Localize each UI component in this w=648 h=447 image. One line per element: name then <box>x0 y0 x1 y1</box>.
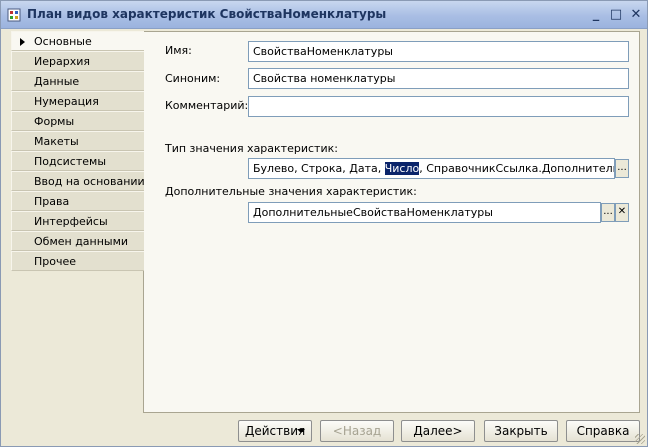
type-value-before: Булево, Строка, Дата, <box>253 162 385 175</box>
type-label: Тип значения характеристик: <box>165 142 338 155</box>
type-field[interactable]: Булево, Строка, Дата, Число, СправочникС… <box>248 158 615 179</box>
actions-button[interactable]: Действия <box>238 420 312 442</box>
sidebar-item-label: Ввод на основании <box>34 175 145 188</box>
name-label: Имя: <box>165 44 192 57</box>
sidebar-item-interfaces[interactable]: Интерфейсы <box>11 211 144 231</box>
sidebar-item-label: Макеты <box>34 135 79 148</box>
name-field[interactable] <box>248 41 629 62</box>
sidebar-item-rights[interactable]: Права <box>11 191 144 211</box>
extra-values-select-button[interactable]: ... <box>601 203 615 222</box>
sidebar-item-data-exchange[interactable]: Обмен данными <box>11 231 144 251</box>
synonym-label: Синоним: <box>165 72 221 85</box>
sidebar-item-forms[interactable]: Формы <box>11 111 144 131</box>
next-button[interactable]: Далее> <box>401 420 475 442</box>
extra-values-value: ДополнительныеСвойстваНоменклатуры <box>253 206 493 219</box>
type-value-after: , СправочникСсылка.ДополнительныеСво <box>419 162 614 175</box>
title-bar[interactable]: План видов характеристик СвойстваНоменкл… <box>1 1 647 29</box>
sidebar-item-data[interactable]: Данные <box>11 71 144 91</box>
comment-label: Комментарий: <box>165 99 249 112</box>
window-title: План видов характеристик СвойстваНоменкл… <box>27 7 387 21</box>
maximize-button[interactable]: □ <box>607 6 625 23</box>
close-window-button[interactable]: ✕ <box>627 6 645 23</box>
extra-values-label: Дополнительные значения характеристик: <box>165 185 417 198</box>
sidebar-item-label: Интерфейсы <box>34 215 108 228</box>
comment-field[interactable] <box>248 96 629 117</box>
close-button[interactable]: Закрыть <box>484 420 558 442</box>
help-button[interactable]: Справка <box>566 420 640 442</box>
sidebar-item-label: Подсистемы <box>34 155 107 168</box>
minimize-button[interactable]: _ <box>587 6 605 23</box>
sidebar-item-numbering[interactable]: Нумерация <box>11 91 144 111</box>
resize-grip-icon[interactable] <box>635 434 645 444</box>
sidebar-item-label: Формы <box>34 115 75 128</box>
extra-values-field[interactable]: ДополнительныеСвойстваНоменклатуры <box>248 202 601 223</box>
back-button[interactable]: <Назад <box>320 420 394 442</box>
sidebar-empty-area <box>11 271 144 413</box>
sidebar: Основные Иерархия Данные Нумерация Формы… <box>11 31 146 271</box>
sidebar-item-label: Иерархия <box>34 55 90 68</box>
sidebar-item-label: Обмен данными <box>34 235 129 248</box>
synonym-input[interactable] <box>253 69 624 88</box>
type-value-selected: Число <box>384 162 420 175</box>
sidebar-item-subsystems[interactable]: Подсистемы <box>11 151 144 171</box>
dialog-window: План видов характеристик СвойстваНоменкл… <box>0 0 648 447</box>
comment-input[interactable] <box>253 97 624 116</box>
sidebar-item-templates[interactable]: Макеты <box>11 131 144 151</box>
sidebar-item-main[interactable]: Основные <box>11 31 146 51</box>
type-select-button[interactable]: ... <box>615 159 629 178</box>
sidebar-item-input-on-basis[interactable]: Ввод на основании <box>11 171 145 191</box>
synonym-field[interactable] <box>248 68 629 89</box>
config-object-icon <box>7 8 21 22</box>
sidebar-item-label: Прочее <box>34 255 77 268</box>
sidebar-item-other[interactable]: Прочее <box>11 251 144 271</box>
extra-values-clear-button[interactable]: ✕ <box>615 203 629 222</box>
arrow-right-icon <box>20 38 25 46</box>
sidebar-item-label: Права <box>34 195 70 208</box>
sidebar-item-label: Данные <box>34 75 80 88</box>
chevron-down-icon <box>297 429 305 433</box>
name-input[interactable] <box>253 42 624 61</box>
sidebar-item-hierarchy[interactable]: Иерархия <box>11 51 144 71</box>
sidebar-item-label: Основные <box>34 35 92 48</box>
sidebar-item-label: Нумерация <box>34 95 99 108</box>
